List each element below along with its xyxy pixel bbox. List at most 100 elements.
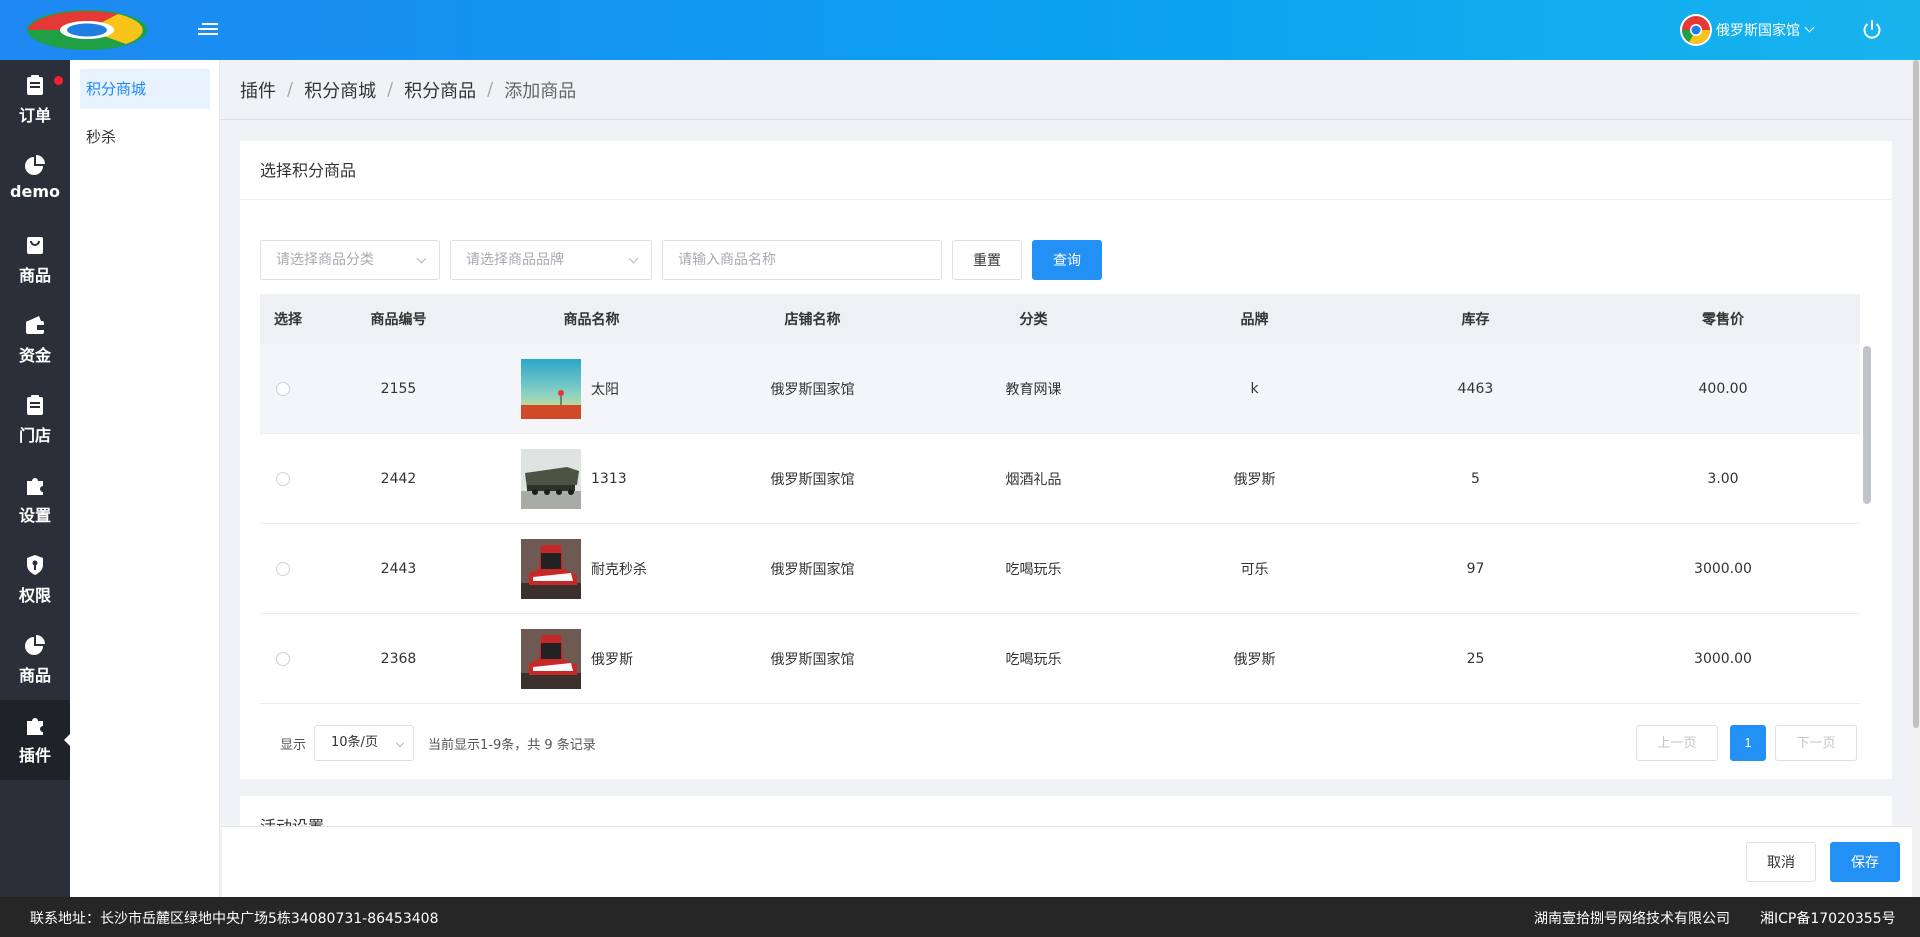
page-size-select[interactable]: 10条/页 (314, 725, 415, 761)
brand: k (1250, 380, 1259, 397)
chevron-down-icon (628, 253, 639, 264)
shop-name: 俄罗斯国家馆 (770, 381, 855, 398)
product-select-card: 选择积分商品 请选择商品分类 请选择商品品牌 重置 查询 选择 商品编号 商品名… (240, 141, 1892, 779)
column-header: 分类 (1019, 312, 1048, 328)
show-label: 显示 (280, 737, 307, 753)
sub-sidebar: 积分商城 秒杀 (70, 60, 220, 897)
category-select[interactable]: 请选择商品分类 (260, 240, 440, 280)
activity-settings-card: 活动设置 (240, 796, 1892, 826)
nav-item-label: 插件 (18, 746, 51, 765)
breadcrumb-separator: / (387, 79, 394, 100)
sub-nav-flash-sale[interactable]: 秒杀 (80, 117, 210, 157)
next-page-button[interactable]: 下一页 (1775, 725, 1857, 761)
product-table: 选择 商品编号 商品名称 店铺名称 分类 品牌 库存 零售价 2155 太阳 俄… (260, 294, 1860, 704)
footer-icp[interactable]: 湘ICP备17020355号 (1760, 908, 1896, 928)
brand: 俄罗斯 (1233, 471, 1276, 488)
shopping-bag-icon (27, 237, 43, 254)
save-button[interactable]: 保存 (1830, 842, 1900, 882)
nav-item-permissions[interactable]: 权限 (0, 540, 70, 620)
page-scrollbar[interactable] (1912, 60, 1920, 897)
nav-item-label: 设置 (18, 506, 51, 525)
row-radio[interactable] (276, 651, 290, 666)
sub-nav-points-mall[interactable]: 积分商城 (80, 69, 210, 109)
row-radio[interactable] (276, 381, 290, 396)
product-name-cell: 耐克秒杀 (481, 524, 702, 613)
column-header: 商品名称 (563, 312, 620, 328)
product-name: 太阳 (591, 381, 619, 398)
page-size-value: 10条/页 (331, 735, 378, 750)
category: 教育网课 (1005, 381, 1062, 398)
category: 烟酒礼品 (1005, 471, 1062, 488)
brand-select[interactable]: 请选择商品品牌 (450, 240, 652, 280)
stock: 25 (1466, 650, 1485, 667)
pagination: 显示 10条/页 当前显示1-9条，共 9 条记录 上一页 1 下一页 (240, 725, 1892, 761)
power-icon[interactable] (1860, 18, 1884, 42)
table-row[interactable]: 2443 耐克秒杀 俄罗斯国家馆 吃喝玩乐 可乐 97 3000.00 (260, 524, 1860, 614)
product-name: 俄罗斯 (591, 651, 633, 668)
scrollbar-thumb[interactable] (1863, 346, 1871, 504)
pie-chart-icon (25, 155, 45, 175)
avatar (1680, 14, 1712, 46)
row-radio[interactable] (276, 471, 290, 486)
search-button[interactable]: 查询 (1032, 240, 1102, 280)
breadcrumb-separator: / (487, 79, 494, 100)
footer: 联系地址：长沙市岳麓区绿地中央广场5栋34080731-86453408 湖南壹… (0, 897, 1920, 937)
product-name: 1313 (591, 470, 627, 487)
clipboard-icon (27, 395, 43, 415)
product-id: 2368 (380, 650, 417, 667)
product-thumbnail (521, 538, 581, 599)
chevron-down-icon (1804, 22, 1815, 33)
stock: 97 (1466, 560, 1485, 577)
shop-name: 俄罗斯国家馆 (770, 561, 855, 578)
page-number-button[interactable]: 1 (1730, 725, 1766, 761)
logo (27, 10, 147, 50)
menu-toggle-icon[interactable] (198, 20, 218, 38)
breadcrumb-separator: / (287, 79, 294, 100)
product-thumbnail (521, 448, 581, 509)
select-cell (260, 614, 316, 703)
record-summary: 当前显示1-9条，共 9 条记录 (428, 737, 596, 753)
retail-price: 400.00 (1698, 380, 1748, 397)
brand: 可乐 (1240, 561, 1269, 578)
breadcrumb-current: 添加商品 (504, 80, 577, 102)
nav-item-label: demo (10, 182, 60, 201)
row-radio[interactable] (276, 561, 290, 576)
chevron-down-icon (416, 253, 427, 264)
product-id: 2155 (380, 380, 417, 397)
nav-item-label: 商品 (18, 666, 51, 685)
user-menu[interactable]: 俄罗斯国家馆 (1680, 14, 1815, 46)
table-row[interactable]: 2368 俄罗斯 俄罗斯国家馆 吃喝玩乐 俄罗斯 25 3000.00 (260, 614, 1860, 704)
footer-address: 联系地址：长沙市岳麓区绿地中央广场5栋34080731-86453408 (30, 911, 439, 927)
breadcrumb-item[interactable]: 插件 (240, 77, 276, 103)
stock: 4463 (1457, 380, 1494, 397)
scrollbar-thumb[interactable] (1913, 60, 1919, 728)
product-thumbnail (521, 358, 581, 419)
nav-item-stores[interactable]: 门店 (0, 380, 70, 460)
nav-item-plugins[interactable]: 插件 (0, 700, 71, 780)
clipboard-icon (27, 75, 43, 95)
column-header: 零售价 (1702, 312, 1744, 328)
table-row[interactable]: 2155 太阳 俄罗斯国家馆 教育网课 k 4463 400.00 (260, 344, 1860, 434)
pagination-controls: 上一页 1 下一页 (1636, 725, 1857, 761)
action-bar: 取消 保存 (222, 826, 1912, 897)
nav-item-funds[interactable]: 资金 (0, 300, 70, 380)
nav-item-products-2[interactable]: 商品 (0, 620, 70, 700)
card-title: 选择积分商品 (240, 141, 1892, 200)
product-name-cell: 俄罗斯 (481, 614, 702, 703)
cancel-button[interactable]: 取消 (1746, 842, 1816, 882)
table-scrollbar[interactable] (1862, 294, 1872, 704)
nav-item-demo[interactable]: demo (0, 140, 70, 220)
breadcrumb-item[interactable]: 积分商品 (404, 77, 476, 103)
category: 吃喝玩乐 (1005, 651, 1062, 668)
nav-item-orders[interactable]: 订单 (0, 60, 70, 140)
prev-page-button[interactable]: 上一页 (1636, 725, 1718, 761)
reset-button[interactable]: 重置 (952, 240, 1022, 280)
breadcrumb-item[interactable]: 积分商城 (304, 77, 376, 103)
product-name-cell: 1313 (481, 434, 702, 523)
nav-item-products[interactable]: 商品 (0, 220, 70, 300)
nav-item-settings[interactable]: 设置 (0, 460, 70, 540)
product-id: 2443 (380, 560, 417, 577)
table-row[interactable]: 2442 1313 俄罗斯国家馆 烟酒礼品 俄罗斯 5 3.00 (260, 434, 1860, 524)
product-name-input[interactable] (662, 240, 942, 280)
nav-item-label: 权限 (18, 586, 51, 605)
